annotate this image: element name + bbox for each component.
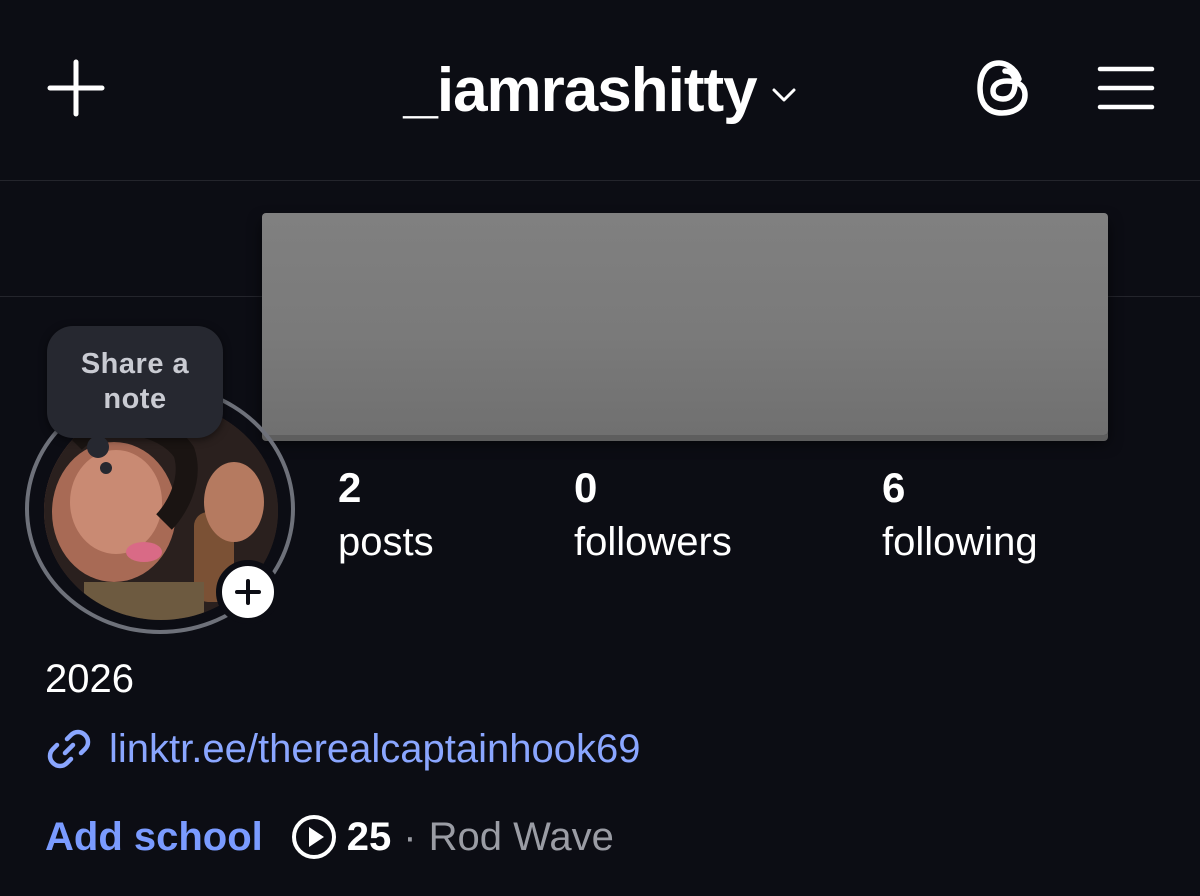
share-note-bubble[interactable]: Share a note — [47, 326, 223, 438]
username: _iamrashitty — [403, 55, 757, 125]
following-stat[interactable]: 6 following — [882, 462, 1038, 570]
followers-count: 0 — [574, 464, 598, 511]
posts-label: posts — [338, 520, 434, 564]
add-story-button[interactable] — [216, 560, 280, 624]
following-count: 6 — [882, 464, 906, 511]
threads-button[interactable] — [968, 52, 1040, 124]
followers-stat[interactable]: 0 followers — [574, 462, 732, 570]
music-play-count: 25 — [346, 814, 392, 859]
followers-label: followers — [574, 520, 732, 564]
plus-icon — [235, 579, 261, 605]
following-label: following — [882, 520, 1038, 564]
chevron-down-icon — [772, 88, 796, 102]
plus-icon — [47, 59, 105, 117]
hamburger-menu-icon — [1097, 66, 1155, 110]
music-separator: · — [403, 814, 417, 859]
bio-link[interactable]: linktr.ee/therealcaptainhook69 — [45, 720, 640, 778]
note-bubble-tail — [87, 436, 109, 458]
note-bubble-tail-small — [100, 462, 112, 474]
music-artist: Rod Wave — [428, 814, 614, 859]
menu-button[interactable] — [1088, 52, 1164, 124]
profile-extras-row: Add school 25 · Rod Wave — [45, 808, 614, 866]
profile-header: _iamrashitty — [0, 0, 1200, 181]
threads-icon — [977, 60, 1028, 116]
create-button[interactable] — [40, 52, 112, 124]
link-icon — [47, 729, 91, 769]
posts-stat[interactable]: 2 posts — [338, 462, 434, 570]
add-school-button[interactable]: Add school — [45, 815, 263, 860]
play-circle-icon — [291, 815, 336, 859]
redaction-block — [262, 213, 1108, 435]
profile-music[interactable]: 25 · Rod Wave — [291, 814, 614, 860]
bio-link-text: linktr.ee/therealcaptainhook69 — [109, 726, 641, 771]
bio-text: 2026 — [45, 657, 134, 701]
account-switcher[interactable]: _iamrashitty — [360, 50, 840, 130]
posts-count: 2 — [338, 464, 362, 511]
share-note-label: Share a note — [80, 348, 190, 415]
profile-screen: _iamrashitty Share a note 2 posts 0 foll… — [0, 0, 1200, 896]
